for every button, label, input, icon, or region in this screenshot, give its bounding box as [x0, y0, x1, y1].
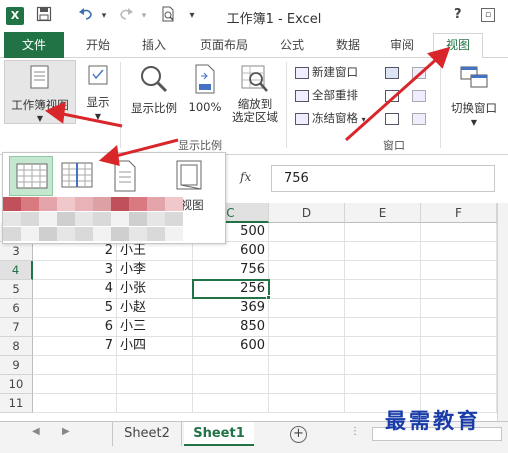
sheet-tab-sheet2[interactable]: Sheet2 — [112, 422, 182, 446]
arrow-head — [98, 145, 120, 166]
scroll-left-icon[interactable]: ◀ — [32, 426, 40, 437]
arrow-to-workbook-views — [57, 111, 123, 128]
arrow-to-normal-view — [111, 138, 179, 159]
arrow-to-view-tab — [345, 54, 441, 142]
sheet-tab-sheet1[interactable]: Sheet1 — [184, 422, 254, 446]
annotation-arrows — [44, 46, 451, 166]
scroll-right-icon[interactable]: ▶ — [62, 426, 70, 437]
more-sheets-icon[interactable]: ⋮ — [350, 426, 360, 437]
arrow-head — [44, 101, 66, 124]
add-sheet-icon[interactable]: + — [290, 426, 307, 443]
watermark: 最需教育 — [385, 408, 481, 433]
